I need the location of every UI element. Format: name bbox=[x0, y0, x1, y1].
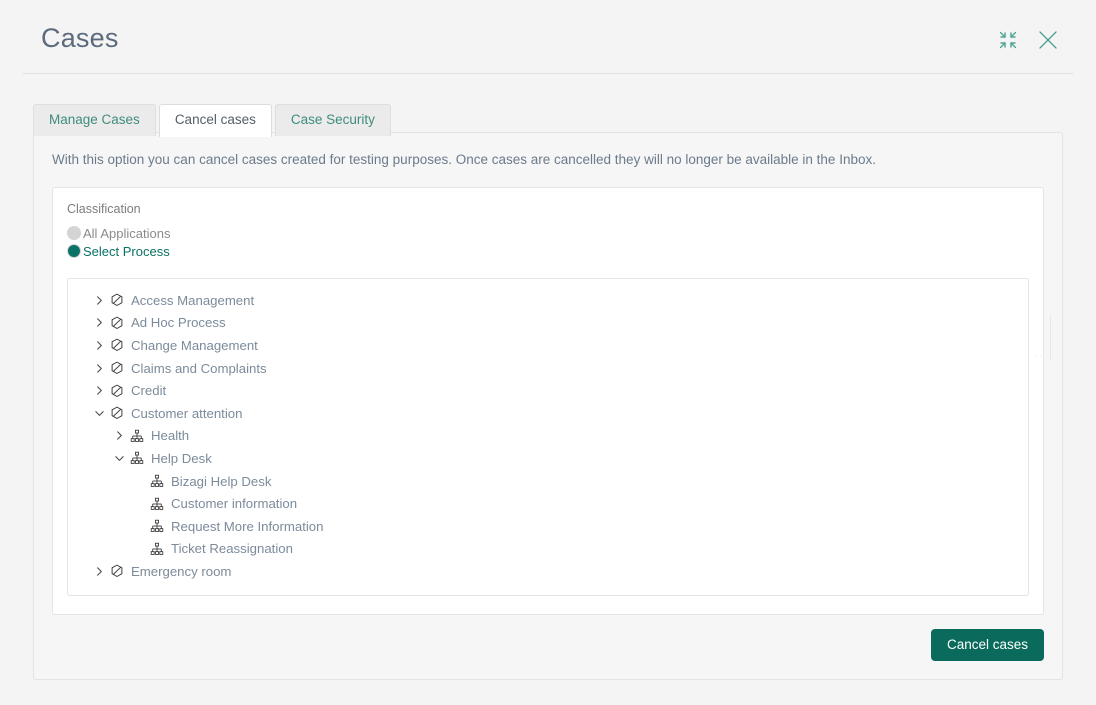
chevron-right-icon[interactable] bbox=[110, 430, 128, 441]
chevron-right-icon[interactable] bbox=[90, 317, 108, 328]
tabs-bar: Manage Cases Cancel cases Case Security bbox=[33, 104, 1091, 137]
hexagon-application-icon bbox=[108, 316, 126, 330]
chevron-right-icon[interactable] bbox=[90, 295, 108, 306]
tree-node-label: Access Management bbox=[131, 292, 255, 308]
radio-all-applications-label: All Applications bbox=[83, 225, 171, 241]
tree-node-label: Help Desk bbox=[151, 450, 212, 466]
collapse-icon[interactable] bbox=[995, 27, 1021, 53]
tree-node[interactable]: Change Management bbox=[68, 334, 1028, 357]
hexagon-application-icon bbox=[108, 406, 126, 420]
scroll-indicator[interactable] bbox=[1050, 315, 1061, 360]
tree-node[interactable]: Customer information bbox=[68, 492, 1028, 515]
chevron-right-icon[interactable] bbox=[90, 385, 108, 396]
radio-select-process-label: Select Process bbox=[83, 243, 170, 259]
panel-footer: Cancel cases bbox=[34, 615, 1062, 661]
tree-node-label: Credit bbox=[131, 383, 167, 399]
hexagon-application-icon bbox=[108, 361, 126, 375]
process-tree: Access Management Ad Hoc Process Change Ma… bbox=[67, 278, 1029, 596]
scroll-dots-icon: ·· bbox=[1034, 351, 1044, 360]
chevron-down-icon[interactable] bbox=[110, 453, 128, 464]
sitemap-process-icon bbox=[128, 451, 146, 465]
hexagon-application-icon bbox=[108, 564, 126, 578]
tree-node[interactable]: Access Management bbox=[68, 289, 1028, 312]
classification-card: Classification All Applications Select P… bbox=[52, 187, 1044, 615]
tree-node[interactable]: Health bbox=[68, 425, 1028, 448]
page-title: Cases bbox=[41, 23, 119, 53]
radio-all-applications[interactable]: All Applications bbox=[67, 224, 170, 242]
window-controls bbox=[995, 27, 1061, 53]
tab-manage-cases[interactable]: Manage Cases bbox=[33, 104, 156, 136]
tree-node[interactable]: Request More Information bbox=[68, 515, 1028, 538]
tree-node-label: Customer attention bbox=[131, 405, 243, 421]
cancel-cases-panel: With this option you can cancel cases cr… bbox=[33, 132, 1063, 680]
cases-window: Cases Manage Cases Cancel cases Case Sec… bbox=[5, 3, 1091, 697]
tree-node[interactable]: Credit bbox=[68, 379, 1028, 402]
chevron-right-icon[interactable] bbox=[90, 363, 108, 374]
radio-all-applications-indicator bbox=[67, 226, 81, 240]
tree-node-label: Customer information bbox=[171, 496, 298, 512]
tree-node-label: Health bbox=[151, 428, 190, 444]
tree-node-label: Ticket Reassignation bbox=[171, 541, 293, 557]
tree-node[interactable]: Ticket Reassignation bbox=[68, 538, 1028, 561]
tree-node[interactable]: Emergency room bbox=[68, 560, 1028, 583]
sitemap-process-icon bbox=[148, 474, 166, 488]
radio-select-process[interactable]: Select Process bbox=[67, 242, 170, 260]
sitemap-process-icon bbox=[128, 429, 146, 443]
tab-case-security[interactable]: Case Security bbox=[274, 104, 391, 136]
tree-node-label: Request More Information bbox=[171, 518, 324, 534]
classification-label: Classification bbox=[67, 202, 141, 216]
tree-node[interactable]: Bizagi Help Desk bbox=[68, 470, 1028, 493]
tree-node[interactable]: Ad Hoc Process bbox=[68, 312, 1028, 335]
cancel-cases-submit-button[interactable]: Cancel cases bbox=[930, 628, 1044, 661]
tree-node-label: Claims and Complaints bbox=[131, 360, 267, 376]
sitemap-process-icon bbox=[148, 519, 166, 533]
tree-node-label: Emergency room bbox=[131, 563, 232, 579]
hexagon-application-icon bbox=[108, 384, 126, 398]
sitemap-process-icon bbox=[148, 542, 166, 556]
tree-node-label: Bizagi Help Desk bbox=[171, 473, 272, 489]
tree-node-label: Change Management bbox=[131, 337, 258, 353]
tree-node[interactable]: Claims and Complaints bbox=[68, 357, 1028, 380]
tab-cancel-cases[interactable]: Cancel cases bbox=[158, 104, 272, 137]
window-header: Cases bbox=[23, 3, 1073, 74]
close-icon[interactable] bbox=[1035, 27, 1061, 53]
chevron-right-icon[interactable] bbox=[90, 566, 108, 577]
hexagon-application-icon bbox=[108, 293, 126, 307]
sitemap-process-icon bbox=[148, 497, 166, 511]
tab-list: Manage Cases Cancel cases Case Security bbox=[33, 104, 1091, 137]
panel-description: With this option you can cancel cases cr… bbox=[52, 152, 876, 167]
chevron-right-icon[interactable] bbox=[90, 340, 108, 351]
tree-node-label: Ad Hoc Process bbox=[131, 315, 226, 331]
hexagon-application-icon bbox=[108, 338, 126, 352]
radio-select-process-indicator bbox=[67, 244, 81, 258]
tree-node[interactable]: Customer attention bbox=[68, 402, 1028, 425]
tree-node[interactable]: Help Desk bbox=[68, 447, 1028, 470]
chevron-down-icon[interactable] bbox=[90, 408, 108, 419]
